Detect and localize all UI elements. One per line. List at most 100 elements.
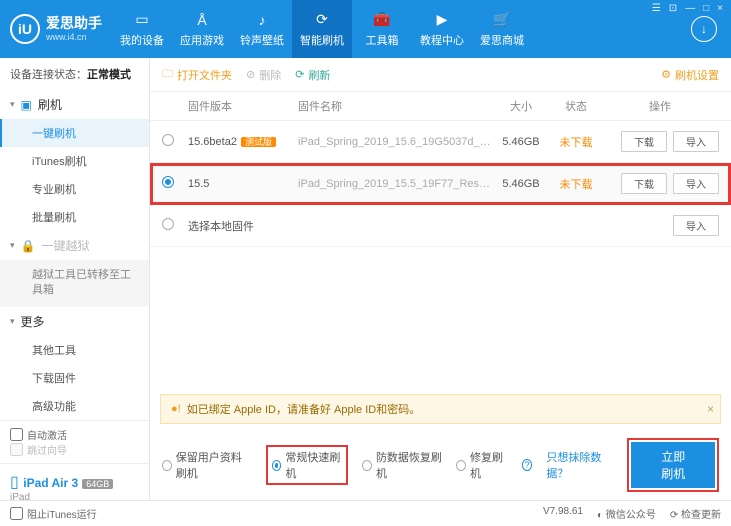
folder-icon: 🗀 (162, 65, 173, 84)
radio-selected[interactable] (162, 176, 174, 188)
tab-store[interactable]: 🛒爱思商城 (472, 0, 532, 58)
close-icon[interactable]: × (717, 3, 725, 14)
music-icon: ♪ (253, 11, 271, 29)
refresh-icon: ⟳ (295, 68, 304, 81)
phone-icon: ▭ (133, 11, 151, 29)
section-flash[interactable]: ▾▣刷机 (0, 90, 149, 119)
close-notice-icon[interactable]: × (707, 402, 714, 416)
open-folder-button[interactable]: 🗀打开文件夹 (162, 65, 232, 84)
flash-now-button[interactable]: 立即刷机 (631, 442, 715, 488)
firmware-status: 未下载 (551, 134, 601, 150)
appleid-notice: ●! 如已绑定 Apple ID，请准备好 Apple ID和密码。 × (160, 394, 721, 424)
lock-icon: 🔒 (21, 239, 36, 253)
header-version: 固件版本 (188, 98, 298, 114)
maximize-icon[interactable]: □ (703, 3, 711, 14)
download-button[interactable]: 下载 (621, 131, 667, 152)
skip-guide-checkbox[interactable]: 跳过向导 (10, 442, 139, 457)
sidebar-item-batch-flash[interactable]: 批量刷机 (0, 203, 149, 231)
apps-icon: Å (193, 11, 211, 29)
import-button[interactable]: 导入 (673, 131, 719, 152)
jailbreak-moved-notice: 越狱工具已转移至工具箱 (0, 260, 149, 307)
mode-repair[interactable]: 修复刷机 (456, 449, 507, 481)
mode-anti-recovery[interactable]: 防数据恢复刷机 (362, 449, 442, 481)
import-button[interactable]: 导入 (673, 215, 719, 236)
header-size: 大小 (491, 98, 551, 114)
block-itunes-checkbox[interactable]: 阻止iTunes运行 (10, 506, 97, 521)
app-logo: iU 爱思助手 www.i4.cn (0, 0, 112, 58)
firmware-size: 5.46GB (491, 178, 551, 190)
toolbox-icon: 🧰 (373, 11, 391, 29)
statusbar: 阻止iTunes运行 V7.98.61 ◐ 微信公众号 ⟳ 检查更新 (0, 500, 731, 526)
chevron-down-icon: ▾ (10, 99, 15, 110)
update-icon: ⟳ (670, 510, 678, 521)
radio-unselected[interactable] (162, 134, 174, 146)
delete-button[interactable]: ⊘删除 (246, 67, 281, 83)
sidebar-item-oneclick-flash[interactable]: 一键刷机 (0, 119, 149, 147)
tab-ringtones[interactable]: ♪铃声壁纸 (232, 0, 292, 58)
connection-status: 设备连接状态：正常模式 (0, 58, 149, 90)
disk-icon: ▣ (21, 98, 32, 112)
beta-badge: 测试版 (241, 137, 276, 147)
logo-icon: iU (10, 14, 40, 44)
main-panel: 🗀打开文件夹 ⊘删除 ⟳刷新 ⚙刷机设置 固件版本 固件名称 大小 状态 操作 … (150, 58, 731, 500)
tab-apps[interactable]: Å应用游戏 (172, 0, 232, 58)
menu-icon[interactable]: ☰ (652, 3, 663, 14)
sidebar-item-itunes-flash[interactable]: iTunes刷机 (0, 147, 149, 175)
radio-unselected[interactable] (162, 218, 174, 230)
tab-tools[interactable]: 🧰工具箱 (352, 0, 412, 58)
import-button[interactable]: 导入 (673, 173, 719, 194)
wechat-icon: ◐ (597, 510, 603, 521)
tab-tutorials[interactable]: ▶教程中心 (412, 0, 472, 58)
firmware-status: 未下载 (551, 176, 601, 192)
section-more[interactable]: ▾更多 (0, 307, 149, 336)
header-ops: 操作 (601, 98, 719, 114)
check-update-link[interactable]: ⟳ 检查更新 (670, 506, 721, 521)
auto-activate-checkbox[interactable]: 自动激活 (10, 427, 139, 442)
header-name: 固件名称 (298, 98, 491, 114)
local-firmware-label: 选择本地固件 (188, 218, 340, 234)
firmware-version: 15.6beta2 (188, 136, 237, 148)
mode-quick-flash[interactable]: 常规快速刷机 (272, 449, 343, 481)
firmware-filename: iPad_Spring_2019_15.6_19G5037d_Restore.i… (298, 136, 491, 148)
sidebar-item-download-firmware[interactable]: 下载固件 (0, 364, 149, 392)
download-button[interactable]: 下载 (621, 173, 667, 194)
tab-flash[interactable]: ⟳智能刷机 (292, 0, 352, 58)
delete-icon: ⊘ (246, 68, 255, 81)
erase-only-link[interactable]: 只想抹除数据？ (546, 449, 613, 481)
tablet-icon: ▯ (10, 474, 19, 491)
mode-keep-data[interactable]: 保留用户资料刷机 (162, 449, 252, 481)
gear-icon: ⚙ (661, 68, 671, 81)
flash-icon: ⟳ (313, 11, 331, 29)
brand-url: www.i4.cn (46, 32, 102, 42)
window-controls: ☰ ⊡ — □ × (652, 3, 725, 14)
flash-settings-button[interactable]: ⚙刷机设置 (661, 67, 719, 83)
local-firmware-row[interactable]: 选择本地固件 导入 (150, 205, 731, 247)
firmware-version: 15.5 (188, 178, 209, 190)
flash-mode-options: 保留用户资料刷机 常规快速刷机 防数据恢复刷机 修复刷机 ? 只想抹除数据？ 立… (150, 430, 731, 496)
sidebar-item-pro-flash[interactable]: 专业刷机 (0, 175, 149, 203)
tab-my-device[interactable]: ▭我的设备 (112, 0, 172, 58)
minimize-icon[interactable]: — (685, 3, 697, 14)
sidebar: 设备连接状态：正常模式 ▾▣刷机 一键刷机 iTunes刷机 专业刷机 批量刷机… (0, 58, 150, 500)
brand-name: 爱思助手 (46, 16, 102, 31)
download-manager-icon[interactable]: ↓ (691, 16, 717, 42)
refresh-button[interactable]: ⟳刷新 (295, 67, 330, 83)
toolbar: 🗀打开文件夹 ⊘删除 ⟳刷新 ⚙刷机设置 (150, 58, 731, 92)
header-status: 状态 (551, 98, 601, 114)
wechat-link[interactable]: ◐ 微信公众号 (597, 506, 656, 521)
sidebar-item-other-tools[interactable]: 其他工具 (0, 336, 149, 364)
firmware-filename: iPad_Spring_2019_15.5_19F77_Restore.ipsw (298, 178, 491, 190)
version-label: V7.98.61 (543, 506, 583, 521)
chevron-down-icon: ▾ (10, 316, 15, 327)
chevron-down-icon: ▾ (10, 240, 15, 251)
video-icon: ▶ (433, 11, 451, 29)
warning-icon: ●! (171, 403, 181, 415)
firmware-row-selected[interactable]: 15.5 iPad_Spring_2019_15.5_19F77_Restore… (150, 163, 731, 205)
table-header: 固件版本 固件名称 大小 状态 操作 (150, 92, 731, 121)
help-icon[interactable]: ? (522, 459, 533, 471)
firmware-size: 5.46GB (491, 136, 551, 148)
sidebar-item-advanced[interactable]: 高级功能 (0, 392, 149, 420)
lock-icon[interactable]: ⊡ (669, 3, 679, 14)
section-jailbreak[interactable]: ▾🔒一键越狱 (0, 231, 149, 260)
firmware-row[interactable]: 15.6beta2 测试版 iPad_Spring_2019_15.6_19G50… (150, 121, 731, 163)
